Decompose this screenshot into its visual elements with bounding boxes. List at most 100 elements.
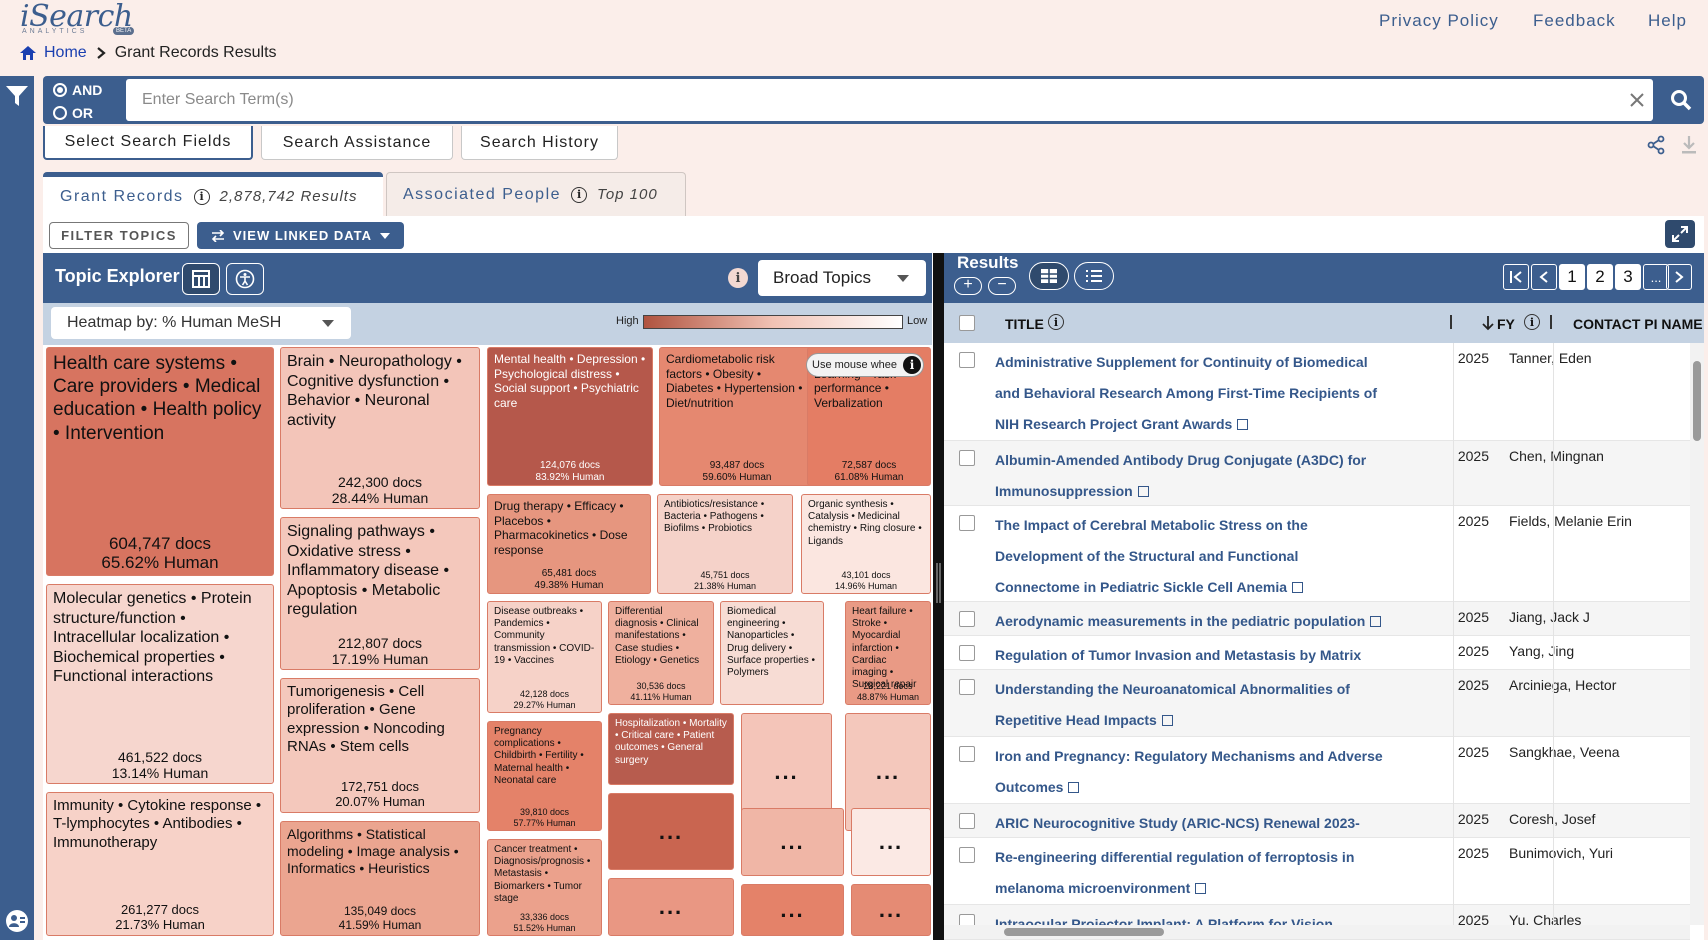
external-link-icon[interactable] — [1161, 715, 1173, 726]
page-1-button[interactable]: 1 — [1559, 264, 1585, 290]
remove-button[interactable]: − — [988, 277, 1016, 295]
topic-tile[interactable]: Signaling pathways • Oxidative stress • … — [280, 517, 480, 670]
topic-level-select[interactable]: Broad Topics — [758, 260, 926, 296]
table-row[interactable]: Albumin-Amended Antibody Drug Conjugate … — [944, 441, 1690, 506]
grant-title-link[interactable]: The Impact of Cerebral Metabolic Stress … — [995, 510, 1385, 601]
download-icon[interactable] — [1680, 135, 1698, 155]
external-link-icon[interactable] — [1292, 582, 1304, 593]
table-row[interactable]: Iron and Pregnancy: Regulatory Mechanism… — [944, 737, 1690, 804]
search-input[interactable] — [126, 79, 1653, 121]
topic-tile[interactable]: Differential diagnosis • Clinical manife… — [608, 601, 714, 705]
topic-tile[interactable]: Tumorigenesis • Cell proliferation • Gen… — [280, 678, 480, 813]
first-page-button[interactable] — [1503, 264, 1529, 290]
grid-view-button[interactable] — [1029, 262, 1069, 290]
more-topics-tile[interactable]: ... — [851, 808, 931, 876]
grant-title-link[interactable]: Albumin-Amended Antibody Drug Conjugate … — [995, 445, 1385, 505]
filter-icon[interactable] — [5, 85, 29, 107]
page-2-button[interactable]: 2 — [1587, 264, 1613, 290]
list-view-button[interactable] — [1074, 262, 1114, 290]
table-row[interactable]: The Impact of Cerebral Metabolic Stress … — [944, 506, 1690, 602]
more-topics-tile[interactable]: ... — [608, 878, 734, 936]
heatmap-select[interactable]: Heatmap by: % Human MeSH — [51, 307, 351, 339]
more-topics-tile[interactable]: ... — [741, 884, 844, 936]
table-row[interactable]: Aerodynamic measurements in the pediatri… — [944, 602, 1690, 636]
info-icon[interactable]: i — [193, 188, 210, 205]
topic-tile[interactable]: Mental health • Depression • Psychologic… — [487, 347, 653, 486]
topic-tile[interactable]: Pregnancy complications • Childbirth • F… — [487, 721, 602, 831]
topic-tile[interactable]: Immunity • Cytokine response • T-lymphoc… — [46, 792, 274, 936]
vertical-scroll-thumb[interactable] — [1693, 361, 1701, 441]
treemap-view-button[interactable] — [182, 263, 220, 295]
more-topics-tile[interactable]: ... — [741, 808, 844, 876]
topic-tile[interactable]: Cancer treatment • Diagnosis/prognosis •… — [487, 839, 602, 936]
sort-down-icon[interactable] — [1482, 315, 1494, 331]
external-link-icon[interactable] — [1237, 419, 1249, 430]
row-checkbox[interactable] — [959, 515, 975, 531]
help-link[interactable]: Help — [1648, 11, 1687, 31]
external-link-icon[interactable] — [1068, 782, 1080, 793]
topic-tile[interactable]: Molecular genetics • Protein structure/f… — [46, 584, 274, 784]
row-checkbox[interactable] — [959, 813, 975, 829]
table-row[interactable]: Administrative Supplement for Continuity… — [944, 343, 1690, 441]
info-icon[interactable]: i — [1524, 314, 1540, 330]
topic-tile[interactable]: Algorithms • Statistical modeling • Imag… — [280, 821, 480, 936]
share-icon[interactable] — [1646, 135, 1666, 155]
expand-button[interactable] — [1665, 220, 1695, 248]
topic-tile[interactable]: Organic synthesis • Catalysis • Medicina… — [801, 494, 931, 594]
grant-title-link[interactable]: ARIC Neurocognitive Study (ARIC-NCS) Ren… — [995, 808, 1385, 837]
column-resize-handle[interactable] — [1550, 315, 1552, 329]
view-linked-data-button[interactable]: VIEW LINKED DATA — [197, 222, 404, 249]
filter-topics-button[interactable]: FILTER TOPICS — [49, 222, 189, 249]
or-radio[interactable]: OR — [53, 105, 93, 121]
row-checkbox[interactable] — [959, 746, 975, 762]
row-checkbox[interactable] — [959, 679, 975, 695]
contact-card-icon[interactable] — [5, 910, 29, 932]
page-3-button[interactable]: 3 — [1615, 264, 1641, 290]
home-icon[interactable] — [20, 46, 36, 60]
info-icon[interactable]: i — [728, 268, 748, 288]
grant-title-link[interactable]: Aerodynamic measurements in the pediatri… — [995, 606, 1385, 635]
table-row[interactable]: Understanding the Neuroanatomical Abnorm… — [944, 670, 1690, 737]
next-page-button[interactable] — [1666, 264, 1692, 290]
row-checkbox[interactable] — [959, 611, 975, 627]
column-resize-handle[interactable] — [1450, 315, 1452, 329]
table-row[interactable]: Regulation of Tumor Invasion and Metasta… — [944, 636, 1690, 670]
topic-tile[interactable]: Brain • Neuropathology • Cognitive dysfu… — [280, 347, 480, 509]
topic-tile[interactable]: Drug therapy • Efficacy • Placebos • Pha… — [487, 494, 651, 594]
fy-column-header[interactable]: FY — [1497, 316, 1515, 332]
info-icon[interactable]: i — [571, 186, 588, 203]
more-topics-tile[interactable]: ... — [851, 884, 931, 936]
row-checkbox[interactable] — [959, 352, 975, 368]
external-link-icon[interactable] — [1370, 616, 1382, 627]
info-icon[interactable]: i — [903, 356, 921, 374]
topic-tile[interactable]: Health care systems • Care providers • M… — [46, 347, 274, 576]
privacy-policy-link[interactable]: Privacy Policy — [1379, 11, 1499, 31]
select-all-checkbox[interactable] — [959, 315, 975, 331]
tab-associated-people[interactable]: Associated People i Top 100 — [386, 172, 686, 216]
search-icon[interactable] — [1670, 89, 1692, 111]
prev-page-button[interactable] — [1531, 264, 1557, 290]
pane-resize-handle[interactable] — [933, 253, 944, 940]
row-checkbox[interactable] — [959, 847, 975, 863]
table-row[interactable]: ARIC Neurocognitive Study (ARIC-NCS) Ren… — [944, 804, 1690, 838]
contact-pi-column-header[interactable]: CONTACT PI NAME — [1573, 316, 1703, 332]
topic-tile[interactable]: Cardiometabolic risk factors • Obesity •… — [659, 347, 815, 486]
info-icon[interactable]: i — [1048, 314, 1064, 330]
topic-tile[interactable]: Antibiotics/resistance • Bacteria • Path… — [657, 494, 793, 594]
row-checkbox[interactable] — [959, 450, 975, 466]
feedback-link[interactable]: Feedback — [1533, 11, 1616, 31]
title-column-header[interactable]: TITLE — [1005, 316, 1044, 332]
grant-title-link[interactable]: Iron and Pregnancy: Regulatory Mechanism… — [995, 741, 1385, 803]
grant-title-link[interactable]: Administrative Supplement for Continuity… — [995, 347, 1385, 440]
table-row[interactable]: Re-engineering differential regulation o… — [944, 838, 1690, 905]
add-button[interactable]: + — [954, 277, 982, 295]
clear-icon[interactable] — [1629, 92, 1645, 108]
breadcrumb-home[interactable]: Home — [44, 44, 87, 62]
grant-title-link[interactable]: Regulation of Tumor Invasion and Metasta… — [995, 640, 1385, 669]
horizontal-scroll-thumb[interactable] — [1004, 928, 1164, 936]
accessibility-button[interactable] — [226, 263, 264, 295]
vertical-scrollbar[interactable] — [1690, 343, 1704, 925]
and-radio[interactable]: AND — [53, 82, 102, 98]
search-assistance-button[interactable]: Search Assistance — [261, 126, 453, 160]
topic-tile[interactable]: Heart failure • Stroke • Myocardial infa… — [845, 601, 931, 705]
